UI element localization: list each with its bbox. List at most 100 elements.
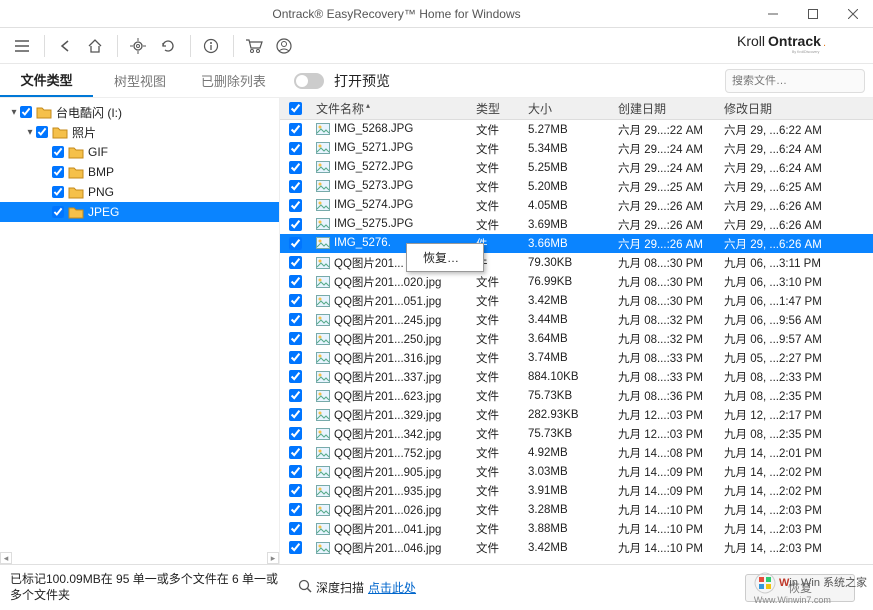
row-checkbox[interactable] — [289, 427, 302, 440]
folder-icon — [68, 205, 84, 219]
file-table: 文件名称▴ 类型 大小 创建日期 修改日期 IMG_5268.JPG文件5.27… — [280, 98, 873, 564]
row-checkbox[interactable] — [289, 161, 302, 174]
table-row[interactable]: QQ图片201...250.jpg文件3.64MB九月 08...:32 PM九… — [280, 329, 873, 348]
table-row[interactable]: QQ图片201...316.jpg文件3.74MB九月 08...:33 PM九… — [280, 348, 873, 367]
row-checkbox[interactable] — [289, 275, 302, 288]
table-row[interactable]: QQ图片201...件79.30KB九月 08...:30 PM九月 06, .… — [280, 253, 873, 272]
tree-item-png[interactable]: PNG — [0, 182, 279, 202]
user-icon[interactable] — [270, 32, 298, 60]
row-checkbox[interactable] — [289, 503, 302, 516]
row-checkbox[interactable] — [289, 180, 302, 193]
row-checkbox[interactable] — [289, 256, 302, 269]
context-menu[interactable]: 恢复… — [406, 243, 484, 272]
tree-item-jpeg[interactable]: JPEG — [0, 202, 279, 222]
row-checkbox[interactable] — [289, 370, 302, 383]
table-row[interactable]: QQ图片201...041.jpg文件3.88MB九月 14...:10 PM九… — [280, 519, 873, 538]
table-row[interactable]: IMG_5273.JPG文件5.20MB六月 29...:25 AM六月 29,… — [280, 177, 873, 196]
row-checkbox[interactable] — [289, 541, 302, 554]
row-checkbox[interactable] — [289, 237, 302, 250]
row-checkbox[interactable] — [289, 446, 302, 459]
tree-checkbox[interactable] — [52, 146, 64, 158]
restore-button[interactable]: 恢复 — [745, 574, 855, 602]
table-row[interactable]: IMG_5276.件3.66MB六月 29...:26 AM六月 29, ...… — [280, 234, 873, 253]
file-created: 六月 29...:25 AM — [612, 179, 718, 195]
table-row[interactable]: QQ图片201...935.jpg文件3.91MB九月 14...:09 PM九… — [280, 481, 873, 500]
context-menu-restore[interactable]: 恢复… — [409, 246, 481, 269]
info-icon[interactable] — [197, 32, 225, 60]
table-row[interactable]: QQ图片201...342.jpg文件75.73KB九月 12...:03 PM… — [280, 424, 873, 443]
minimize-button[interactable] — [753, 0, 793, 28]
file-modified: 九月 12, ...2:17 PM — [718, 407, 838, 423]
tree-checkbox[interactable] — [52, 166, 64, 178]
table-row[interactable]: IMG_5271.JPG文件5.34MB六月 29...:24 AM六月 29,… — [280, 139, 873, 158]
close-button[interactable] — [833, 0, 873, 28]
collapse-icon[interactable]: ▾ — [8, 107, 20, 118]
col-modified[interactable]: 修改日期 — [718, 100, 838, 117]
table-row[interactable]: QQ图片201...245.jpg文件3.44MB九月 08...:32 PM九… — [280, 310, 873, 329]
row-checkbox[interactable] — [289, 142, 302, 155]
row-checkbox[interactable] — [289, 294, 302, 307]
row-checkbox[interactable] — [289, 522, 302, 535]
row-checkbox[interactable] — [289, 313, 302, 326]
collapse-icon[interactable]: ▾ — [24, 127, 36, 138]
col-size[interactable]: 大小 — [522, 100, 612, 117]
table-row[interactable]: IMG_5272.JPG文件5.25MB六月 29...:24 AM六月 29,… — [280, 158, 873, 177]
row-checkbox[interactable] — [289, 484, 302, 497]
row-checkbox[interactable] — [289, 408, 302, 421]
tree-checkbox[interactable] — [20, 106, 32, 118]
tree-root[interactable]: ▾ 台电酷闪 (I:) — [0, 102, 279, 122]
table-row[interactable]: QQ图片201...337.jpg文件884.10KB九月 08...:33 P… — [280, 367, 873, 386]
col-created[interactable]: 创建日期 — [612, 100, 718, 117]
tab-tree-view[interactable]: 树型视图 — [93, 64, 186, 97]
menu-button[interactable] — [8, 32, 36, 60]
table-row[interactable]: QQ图片201...051.jpg文件3.42MB九月 08...:30 PM九… — [280, 291, 873, 310]
gear-icon[interactable] — [124, 32, 152, 60]
col-filename[interactable]: 文件名称▴ — [310, 100, 470, 117]
deep-scan-link[interactable]: 点击此处 — [368, 579, 416, 596]
row-checkbox[interactable] — [289, 389, 302, 402]
select-all-checkbox[interactable] — [289, 102, 302, 115]
tree-photos[interactable]: ▾ 照片 — [0, 122, 279, 142]
col-type[interactable]: 类型 — [470, 100, 522, 117]
file-size: 4.92MB — [522, 447, 612, 459]
table-row[interactable]: QQ图片201...329.jpg文件282.93KB九月 12...:03 P… — [280, 405, 873, 424]
tree-hscroll[interactable]: ◂ ▸ — [0, 552, 279, 564]
search-box[interactable] — [725, 69, 865, 93]
row-checkbox[interactable] — [289, 351, 302, 364]
tab-deleted[interactable]: 已删除列表 — [187, 64, 280, 97]
scroll-right-icon[interactable]: ▸ — [267, 552, 279, 564]
back-button[interactable] — [51, 32, 79, 60]
table-row[interactable]: QQ图片201...020.jpg文件76.99KB九月 08...:30 PM… — [280, 272, 873, 291]
row-checkbox[interactable] — [289, 199, 302, 212]
table-row[interactable]: QQ图片201...026.jpg文件3.28MB九月 14...:10 PM九… — [280, 500, 873, 519]
home-button[interactable] — [81, 32, 109, 60]
tree-label: BMP — [88, 165, 114, 179]
table-row[interactable]: IMG_5275.JPG文件3.69MB六月 29...:26 AM六月 29,… — [280, 215, 873, 234]
scroll-left-icon[interactable]: ◂ — [0, 552, 12, 564]
folder-tree[interactable]: ▾ 台电酷闪 (I:) ▾ 照片 GIF BMP PNGJPEG ◂ ▸ — [0, 98, 280, 564]
row-checkbox[interactable] — [289, 332, 302, 345]
row-checkbox[interactable] — [289, 465, 302, 478]
preview-toggle[interactable] — [294, 73, 324, 89]
tree-checkbox[interactable] — [36, 126, 48, 138]
table-row[interactable]: QQ图片201...752.jpg文件4.92MB九月 14...:08 PM九… — [280, 443, 873, 462]
refresh-icon[interactable] — [154, 32, 182, 60]
tab-file-types[interactable]: 文件类型 — [0, 64, 93, 97]
tree-checkbox[interactable] — [52, 186, 64, 198]
search-input[interactable] — [732, 75, 873, 87]
row-checkbox[interactable] — [289, 123, 302, 136]
table-body[interactable]: IMG_5268.JPG文件5.27MB六月 29...:22 AM六月 29,… — [280, 120, 873, 564]
table-row[interactable]: QQ图片201...905.jpg文件3.03MB九月 14...:09 PM九… — [280, 462, 873, 481]
preview-label: 打开预览 — [334, 71, 390, 91]
table-row[interactable]: IMG_5274.JPG文件4.05MB六月 29...:26 AM六月 29,… — [280, 196, 873, 215]
tree-item-gif[interactable]: GIF — [0, 142, 279, 162]
table-row[interactable]: QQ图片201...046.jpg文件3.42MB九月 14...:10 PM九… — [280, 538, 873, 557]
cart-icon[interactable] — [240, 32, 268, 60]
table-header[interactable]: 文件名称▴ 类型 大小 创建日期 修改日期 — [280, 98, 873, 120]
row-checkbox[interactable] — [289, 218, 302, 231]
tree-item-bmp[interactable]: BMP — [0, 162, 279, 182]
table-row[interactable]: QQ图片201...623.jpg文件75.73KB九月 08...:36 PM… — [280, 386, 873, 405]
tree-checkbox[interactable] — [52, 206, 64, 218]
maximize-button[interactable] — [793, 0, 833, 28]
table-row[interactable]: IMG_5268.JPG文件5.27MB六月 29...:22 AM六月 29,… — [280, 120, 873, 139]
